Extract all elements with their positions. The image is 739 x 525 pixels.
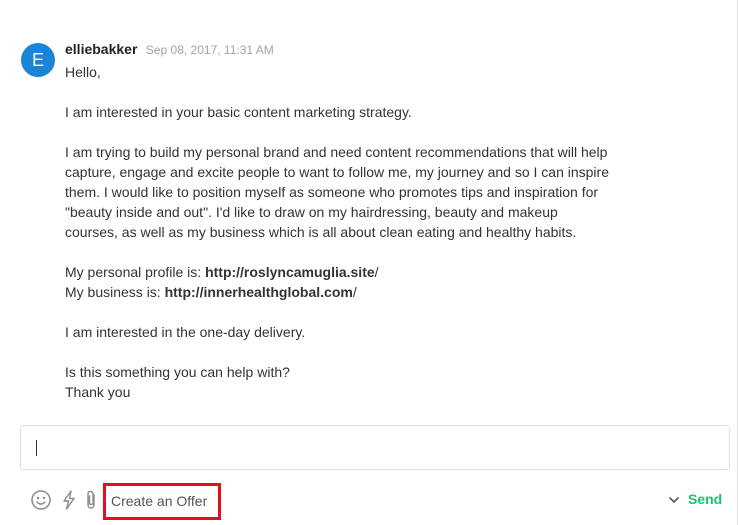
message-paragraph: I am trying to build my personal brand a… bbox=[65, 144, 609, 240]
avatar[interactable]: E bbox=[21, 43, 55, 77]
paperclip-icon[interactable] bbox=[80, 489, 102, 511]
message-item: E elliebakker Sep 08, 2017, 11:31 AM Hel… bbox=[0, 0, 737, 425]
text-cursor bbox=[36, 440, 37, 456]
profile-link-suffix: / bbox=[374, 264, 379, 280]
divider bbox=[737, 0, 738, 525]
message-paragraph: I am interested in the one-day delivery. bbox=[65, 324, 306, 340]
profile-link[interactable]: http://roslyncamuglia.site bbox=[205, 264, 375, 280]
message-links: My personal profile is: http://roslyncam… bbox=[65, 262, 610, 302]
message-timestamp: Sep 08, 2017, 11:31 AM bbox=[145, 43, 274, 57]
create-offer-label: Create an Offer bbox=[111, 493, 208, 509]
lightning-icon[interactable] bbox=[58, 489, 80, 511]
message-input[interactable] bbox=[20, 425, 730, 470]
business-link-suffix: / bbox=[352, 284, 357, 300]
message-greeting: Hello, bbox=[65, 64, 101, 80]
send-button[interactable]: Send bbox=[688, 491, 722, 507]
sender-username[interactable]: elliebakker bbox=[65, 41, 137, 57]
message-body: Hello, I am interested in your basic con… bbox=[65, 62, 610, 402]
message-closing: Is this something you can help with? Tha… bbox=[65, 362, 610, 402]
chevron-down-icon[interactable] bbox=[667, 493, 681, 507]
composer-toolbar: Create an Offer Send bbox=[0, 478, 737, 525]
create-offer-button[interactable]: Create an Offer bbox=[103, 483, 221, 520]
message-header: elliebakker Sep 08, 2017, 11:31 AM bbox=[65, 41, 274, 59]
conversation-view: E elliebakker Sep 08, 2017, 11:31 AM Hel… bbox=[0, 0, 739, 525]
business-label: My business is: bbox=[65, 284, 165, 300]
smiley-icon[interactable] bbox=[30, 489, 52, 511]
message-paragraph: I am interested in your basic content ma… bbox=[65, 104, 412, 120]
message-question: Is this something you can help with? bbox=[65, 364, 290, 380]
profile-label: My personal profile is: bbox=[65, 264, 206, 280]
business-link[interactable]: http://innerhealthglobal.com bbox=[165, 284, 353, 300]
message-signoff: Thank you bbox=[65, 384, 131, 400]
